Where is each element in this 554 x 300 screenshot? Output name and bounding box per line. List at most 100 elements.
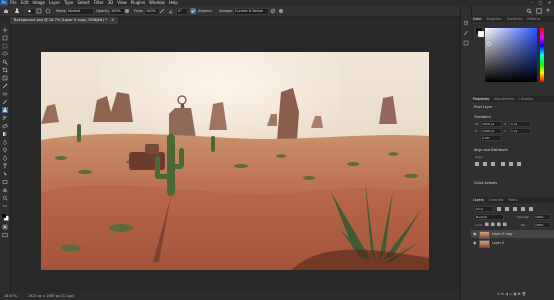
clone-source-panel-icon[interactable] (463, 40, 469, 46)
zoom-level[interactable]: 16.67% (4, 294, 17, 298)
lasso-tool-icon[interactable] (2, 51, 8, 57)
tab-properties[interactable]: Properties (471, 97, 492, 101)
airbrush-icon[interactable] (159, 8, 165, 14)
tab-paths[interactable]: Paths (506, 198, 519, 202)
brush-size-picker[interactable]: ● (26, 8, 36, 15)
layer-thumbnail (479, 240, 490, 248)
tab-channels[interactable]: Channels (487, 198, 506, 202)
opacity-input[interactable]: 100% (109, 8, 125, 15)
rectangle-tool-icon[interactable] (2, 179, 8, 185)
marquee-tool-icon[interactable] (2, 43, 8, 49)
width-input[interactable]: 1920 px (480, 121, 502, 127)
hand-tool-icon[interactable] (2, 187, 8, 193)
close-tab-icon[interactable]: ✕ (111, 18, 114, 22)
fill-label: Fill: (521, 223, 527, 227)
ignore-adjustment-icon[interactable] (270, 8, 276, 14)
layer-filter-icons[interactable] (497, 206, 547, 212)
home-icon[interactable] (3, 8, 9, 14)
share-icon[interactable] (545, 8, 551, 14)
gradient-tool-icon[interactable] (2, 131, 8, 137)
aligned-checkbox[interactable] (190, 8, 196, 14)
search-icon[interactable] (526, 8, 532, 14)
layer-row-layer-0[interactable]: ◉ Layer 0 (471, 239, 554, 248)
toolbox (0, 24, 11, 292)
tab-gradients[interactable]: Gradients (505, 17, 525, 21)
clone-source-icon[interactable] (45, 8, 51, 14)
brush-tool-icon[interactable] (2, 99, 8, 105)
quick-select-tool-icon[interactable] (2, 59, 8, 65)
sample-select[interactable]: Current & Below (233, 8, 269, 15)
sample-label: Sample: (219, 9, 234, 13)
canvas-image-desert-scene[interactable] (41, 52, 429, 270)
layer-row-layer-0-copy[interactable]: ◉ Layer 0 copy (471, 230, 554, 239)
brush-settings-icon[interactable] (36, 8, 42, 14)
zoom-tool-icon[interactable] (2, 195, 8, 201)
align-label: Align: (475, 155, 484, 159)
h-label: H (475, 129, 478, 133)
tab-swatches[interactable]: Swatches (484, 17, 503, 21)
clone-stamp-icon[interactable] (14, 8, 20, 14)
flow-label: Flow: (134, 9, 144, 13)
more-tools-icon[interactable] (2, 203, 8, 209)
y-label: Y (504, 129, 506, 133)
document-tab-title: Background.psd @ 16.7% (Layer 0 copy, RG… (14, 18, 107, 22)
layers-panel-tabs: Layers Channels Paths (471, 197, 554, 203)
canvas-area[interactable] (11, 24, 460, 292)
eraser-tool-icon[interactable] (2, 123, 8, 129)
path-selection-tool-icon[interactable] (2, 171, 8, 177)
workspace-icon[interactable] (536, 8, 542, 14)
color-panel-tabs: Color Swatches Gradients Patterns (471, 16, 554, 22)
visibility-eye-icon[interactable]: ◉ (473, 232, 477, 236)
document-tab[interactable]: Background.psd @ 16.7% (Layer 0 copy, RG… (10, 17, 119, 24)
mode-select[interactable]: Normal (66, 8, 94, 15)
layer-name: Layer 0 copy (492, 232, 513, 236)
crop-tool-icon[interactable] (2, 67, 8, 73)
angle-input[interactable]: 0.00° (480, 135, 502, 141)
transform-section-title[interactable]: Transform (474, 115, 491, 119)
pressure-size-icon[interactable] (278, 8, 284, 14)
lock-icons[interactable] (485, 222, 509, 227)
tab-color[interactable]: Color (471, 17, 484, 21)
layer-filter-kind[interactable]: Kind (474, 206, 494, 212)
move-tool-icon[interactable] (2, 27, 8, 33)
tab-libraries[interactable]: Libraries (517, 97, 535, 101)
foreground-background-colors[interactable] (1, 213, 9, 221)
artboard-tool-icon[interactable] (2, 35, 8, 41)
angle-icon (168, 9, 173, 14)
quick-mask-icon[interactable] (2, 224, 8, 230)
tab-layers[interactable]: Layers (471, 198, 486, 202)
layer-opacity-input[interactable]: 100% (533, 214, 551, 220)
lock-label: Lock: (475, 223, 483, 227)
visibility-eye-icon[interactable]: ◉ (473, 241, 477, 245)
pressure-opacity-icon[interactable] (124, 8, 130, 14)
dodge-tool-icon[interactable] (2, 147, 8, 153)
blur-tool-icon[interactable] (2, 139, 8, 145)
right-panels: Color Swatches Gradients Patterns Proper… (471, 16, 554, 300)
layer-name: Layer 0 (492, 241, 504, 245)
pen-tool-icon[interactable] (2, 155, 8, 161)
healing-brush-tool-icon[interactable] (2, 91, 8, 97)
frame-tool-icon[interactable] (2, 75, 8, 81)
color-picker-field[interactable] (475, 24, 545, 86)
x-input[interactable]: 0 px (509, 121, 531, 127)
clone-stamp-tool-icon[interactable] (2, 107, 8, 113)
quick-actions-title[interactable]: Quick Actions (474, 181, 497, 185)
history-panel-icon[interactable] (463, 20, 469, 26)
align-distribute-title[interactable]: Align and Distribute (474, 148, 508, 152)
screen-mode-icon[interactable] (2, 232, 8, 238)
height-input[interactable]: 1080 px (480, 128, 502, 134)
brush-angle-input[interactable]: 0° (176, 8, 188, 15)
flow-input[interactable]: 100% (144, 8, 160, 15)
fill-input[interactable]: 100% (533, 222, 551, 228)
align-buttons[interactable] (475, 161, 535, 167)
history-brush-tool-icon[interactable] (2, 115, 8, 121)
tab-patterns[interactable]: Patterns (525, 17, 542, 21)
brush-presets-icon[interactable] (463, 30, 469, 36)
y-input[interactable]: 0 px (509, 128, 531, 134)
layer-opacity-label: Opacity: (517, 215, 530, 219)
eyedropper-tool-icon[interactable] (2, 83, 8, 89)
type-tool-icon[interactable] (2, 163, 8, 169)
layers-footer-icons[interactable]: ⊖ fx ◑ ▭ ▣ ✚ 🗑 (497, 292, 526, 296)
blend-mode-select[interactable]: Normal (474, 214, 504, 220)
tab-adjustments[interactable]: Adjustments (492, 97, 516, 101)
